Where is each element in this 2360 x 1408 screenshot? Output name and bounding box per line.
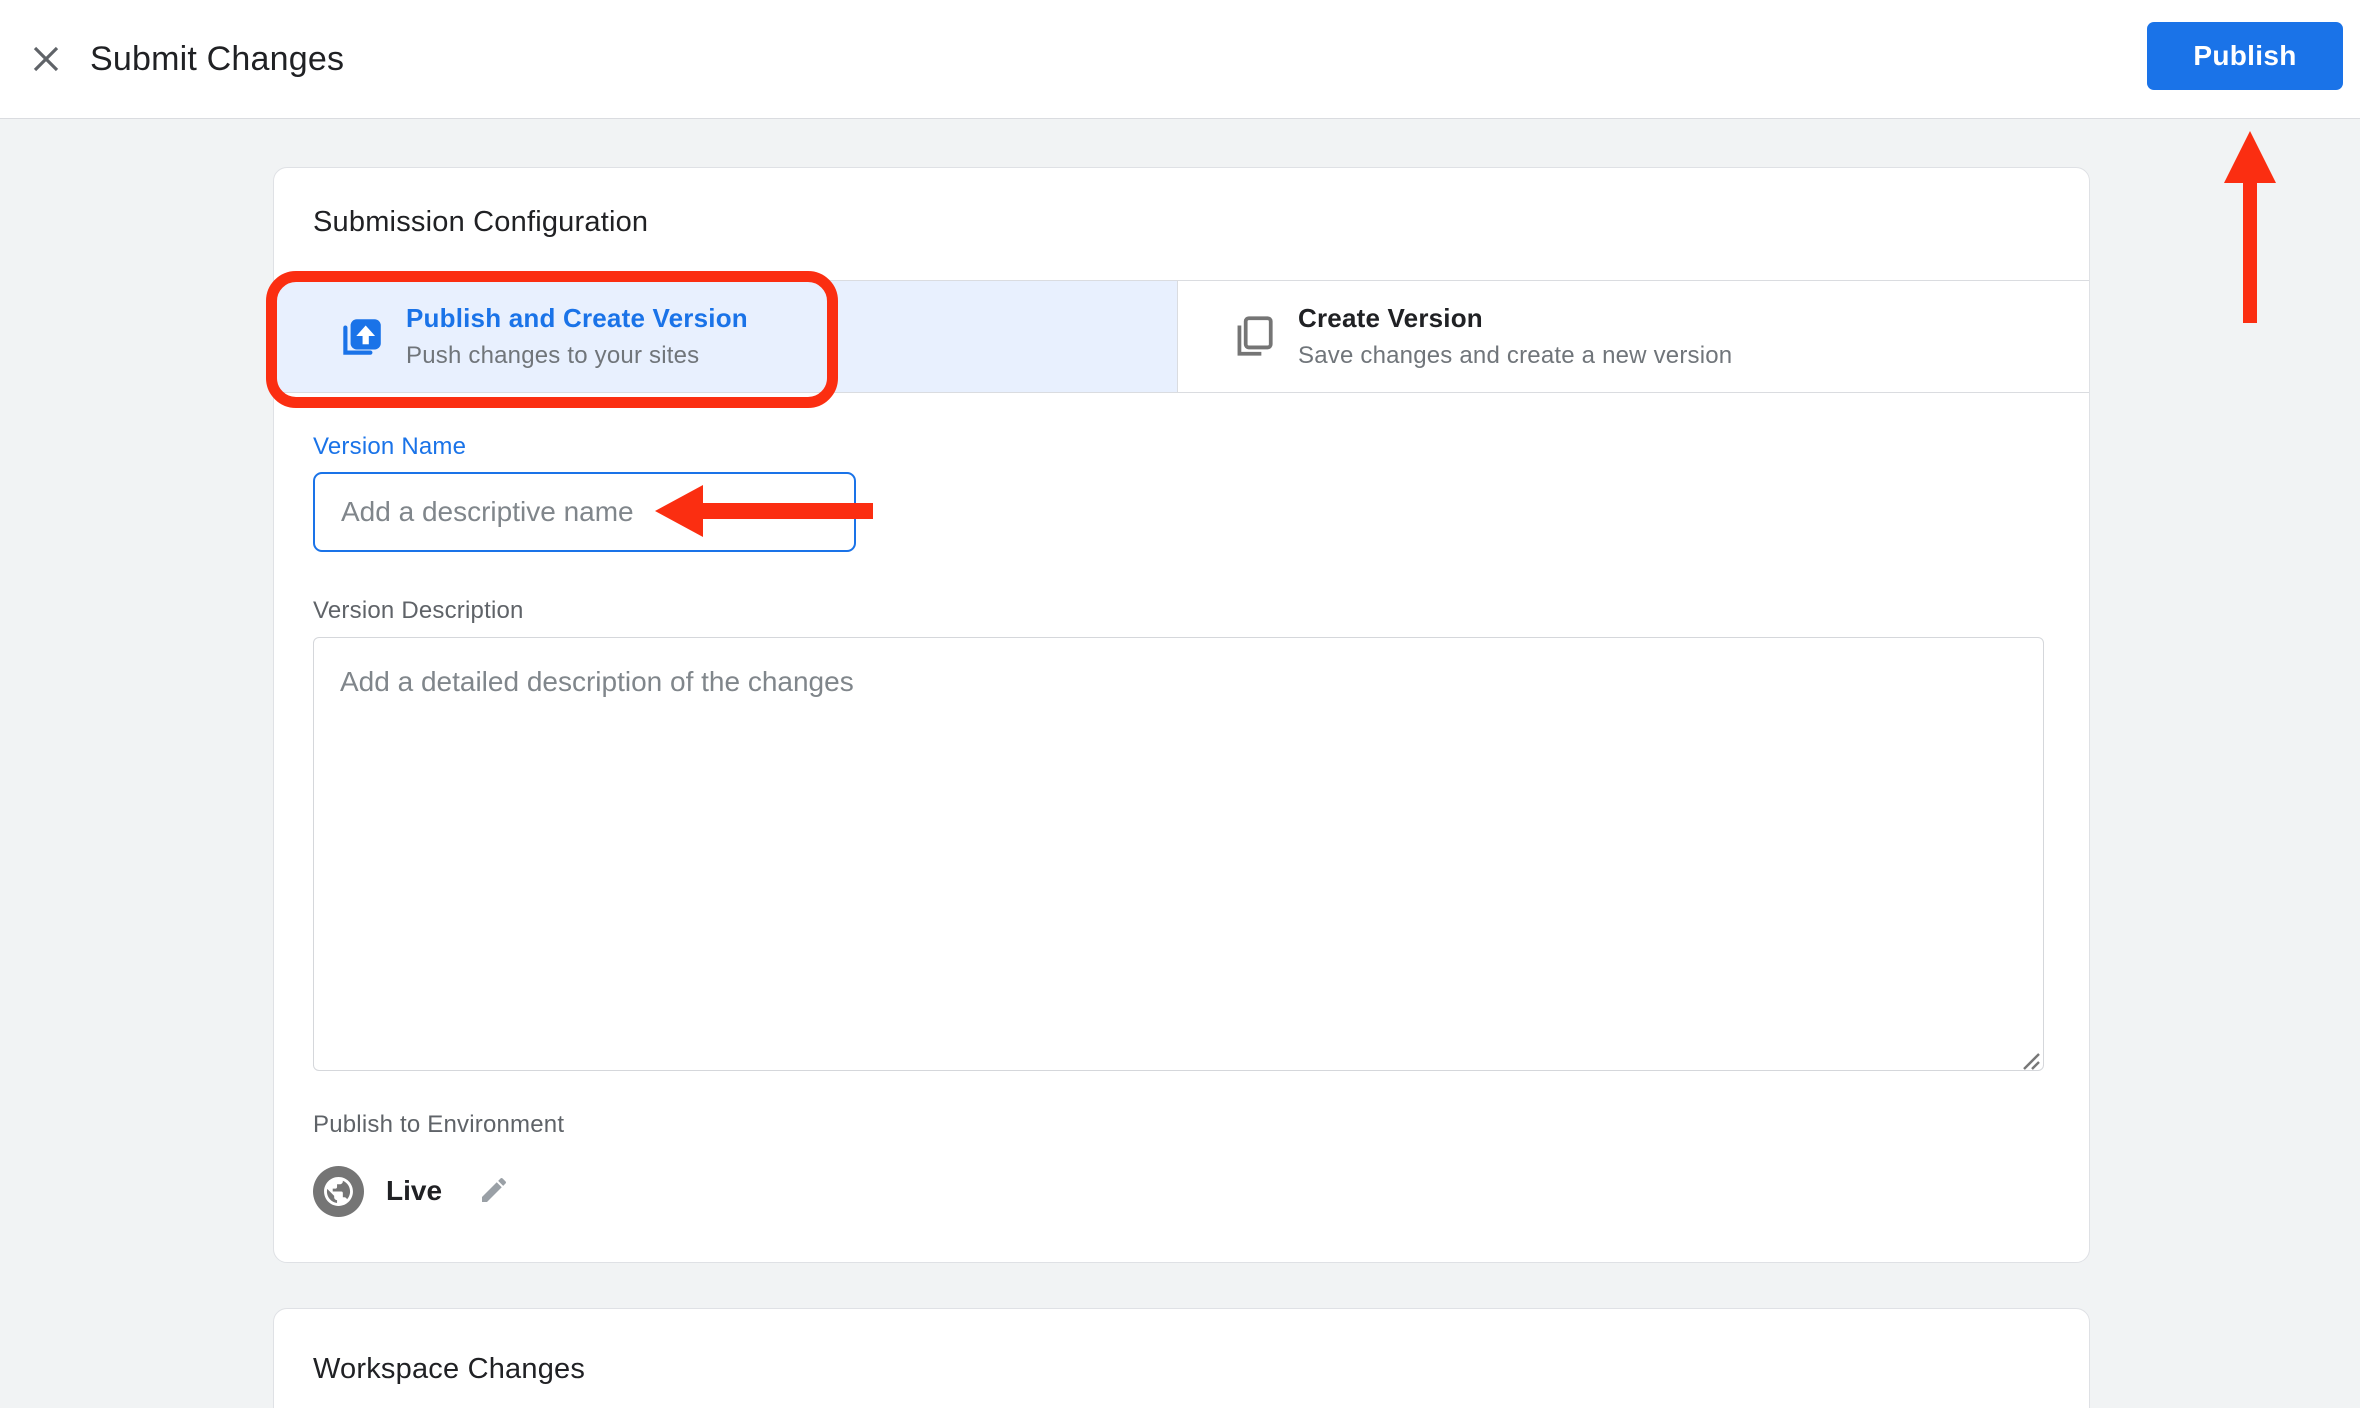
edit-environment-button[interactable] [477, 1174, 511, 1208]
globe-icon [313, 1166, 364, 1217]
option-publish-and-create-version[interactable]: Publish and Create Version Push changes … [274, 281, 1178, 392]
publish-to-environment-label: Publish to Environment [313, 1111, 564, 1139]
submission-configuration-card: Submission Configuration Publish and Cre… [273, 167, 2090, 1263]
workspace-changes-title: Workspace Changes [313, 1353, 585, 1386]
option-title: Publish and Create Version [406, 303, 748, 334]
environment-value: Live [386, 1175, 442, 1207]
version-name-input[interactable] [313, 472, 856, 552]
version-name-label: Version Name [313, 433, 466, 461]
arrow-up-shaft [2243, 181, 2257, 323]
option-title: Create Version [1298, 303, 1732, 334]
close-icon [27, 40, 65, 81]
option-subtitle: Save changes and create a new version [1298, 342, 1732, 370]
option-subtitle: Push changes to your sites [406, 342, 748, 370]
environment-row: Live [313, 1165, 511, 1217]
publish-button[interactable]: Publish [2147, 22, 2343, 90]
submission-type-selector: Publish and Create Version Push changes … [274, 280, 2089, 393]
version-description-textarea[interactable] [313, 637, 2044, 1071]
version-description-label: Version Description [313, 597, 524, 625]
publish-upload-icon [336, 312, 386, 362]
close-button[interactable] [24, 38, 68, 82]
textarea-resize-handle[interactable] [2016, 1046, 2042, 1072]
arrow-up-head [2224, 131, 2276, 183]
dialog-header: Submit Changes Publish [0, 0, 2360, 119]
pencil-icon [478, 1174, 510, 1209]
annotation-arrow-up [2224, 131, 2276, 323]
copy-icon [1228, 312, 1278, 362]
submission-configuration-title: Submission Configuration [313, 206, 648, 239]
option-text-block: Publish and Create Version Push changes … [406, 303, 748, 370]
workspace-changes-card: Workspace Changes [273, 1308, 2090, 1408]
option-text-block: Create Version Save changes and create a… [1298, 303, 1732, 370]
page-title: Submit Changes [90, 0, 344, 119]
option-create-version[interactable]: Create Version Save changes and create a… [1178, 281, 2089, 392]
